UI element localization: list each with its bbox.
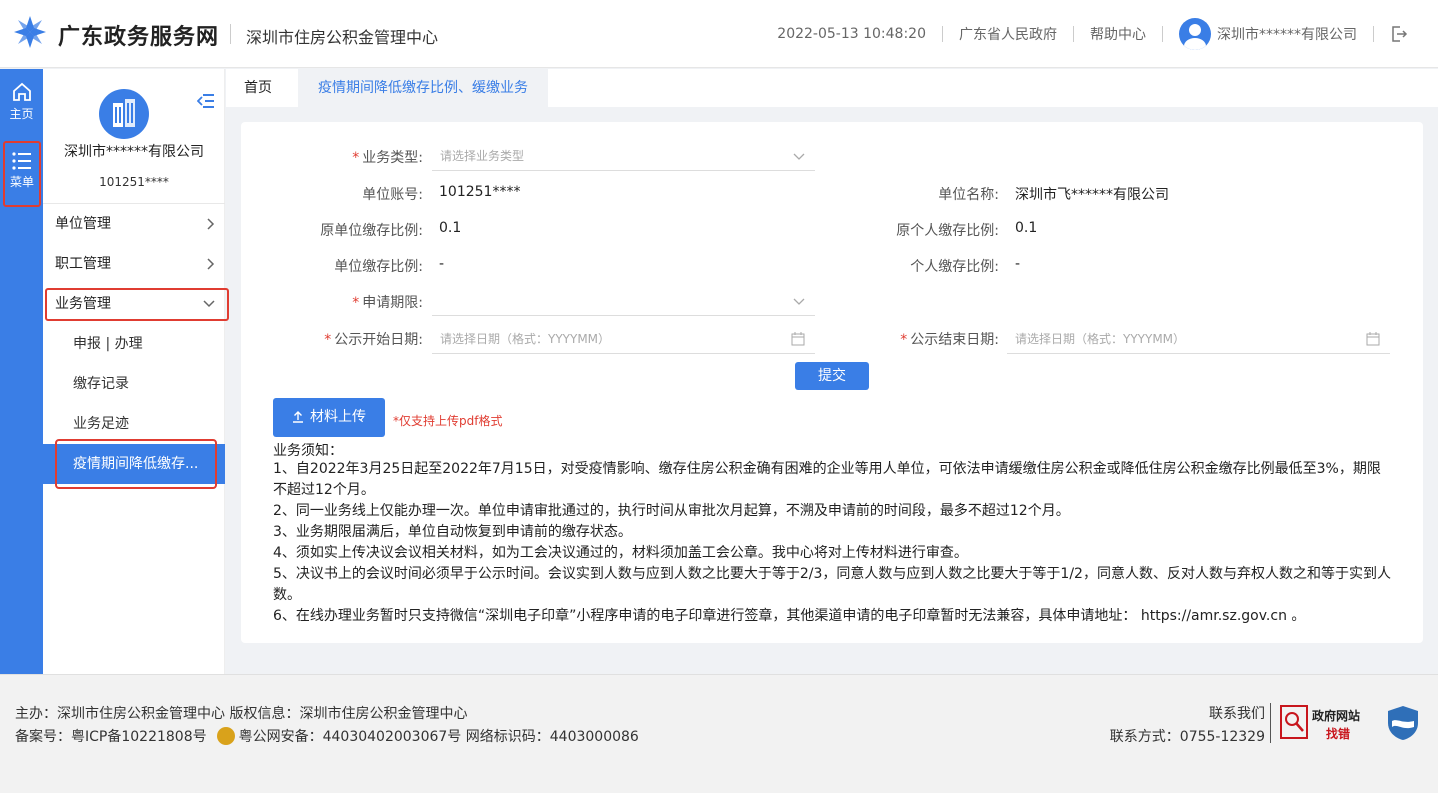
- top-header: 广东政务服务网 深圳市住房公积金管理中心 2022-05-13 10:48:20…: [0, 0, 1438, 68]
- police-badge-icon: [216, 727, 235, 745]
- sidebar-subitem-declare[interactable]: 申报 | 办理: [43, 324, 225, 364]
- contact-phone: 联系方式：0755-12329: [1109, 729, 1265, 745]
- highlight-box: [55, 439, 217, 489]
- help-link[interactable]: 帮助中心: [1090, 24, 1146, 44]
- footer: 主办：深圳市住房公积金管理中心 版权信息：深圳市住房公积金管理中心 备案号：粤I…: [0, 674, 1438, 793]
- unit-ratio-value: -: [439, 256, 445, 272]
- gov-link[interactable]: 广东省人民政府: [959, 24, 1057, 44]
- start-date-label: * 公示开始日期:: [324, 332, 423, 348]
- left-rail: 主页 菜单: [0, 69, 43, 674]
- chevron-right-icon: [207, 218, 215, 230]
- end-date-input[interactable]: 请选择日期（格式：YYYYMM）: [1007, 324, 1390, 354]
- orig-unit-ratio-value: 0.1: [439, 220, 462, 236]
- chevron-down-icon: [793, 298, 805, 305]
- icp-record[interactable]: 备案号：粤ICP备10221808号: [15, 726, 207, 746]
- notice-item: 3、业务期限届满后，单位自动恢复到申请前的缴存状态。: [273, 524, 632, 540]
- sidebar-item-unit-management[interactable]: 单位管理: [43, 204, 225, 244]
- header-divider: [230, 24, 231, 44]
- personal-ratio-value: -: [1015, 256, 1021, 272]
- notice-item: 5、决议书上的会议时间必须早于公示时间。会议实到人数与应到人数之比要大于等于2/…: [273, 566, 1391, 603]
- unit-account-label: 单位账号:: [362, 187, 423, 203]
- submit-button[interactable]: 提交: [795, 362, 869, 390]
- unit-ratio-label: 单位缴存比例:: [334, 259, 423, 275]
- logout-icon[interactable]: [1390, 25, 1408, 43]
- start-date-input[interactable]: 请选择日期（格式：YYYYMM）: [432, 324, 815, 354]
- tab-bar: 首页 疫情期间降低缴存比例、缓缴业务: [226, 69, 1438, 107]
- form-card: * 业务类型: 请选择业务类型 单位账号: 101251**** 单位名称: 深圳…: [241, 122, 1423, 643]
- collapse-sidebar-icon[interactable]: [197, 93, 215, 109]
- menu-list-icon: [12, 152, 31, 170]
- separator: [1373, 26, 1374, 42]
- upload-material-button[interactable]: 材料上传: [273, 398, 385, 437]
- site-logo-icon[interactable]: [12, 14, 48, 50]
- sidebar-item-label: 职工管理: [55, 256, 111, 272]
- footer-record: 备案号：粤ICP备10221808号 粤公网安备：44030402003067号…: [15, 726, 639, 746]
- badge-text: 找错: [1326, 727, 1351, 741]
- sidebar-item-staff-management[interactable]: 职工管理: [43, 244, 225, 284]
- upload-icon: [293, 411, 303, 423]
- calendar-icon: [1366, 332, 1380, 346]
- notice-title: 业务须知：: [273, 443, 343, 459]
- upload-label: 材料上传: [310, 409, 366, 425]
- end-date-label: * 公示结束日期:: [900, 332, 999, 348]
- orig-personal-ratio-value: 0.1: [1015, 220, 1038, 236]
- datetime: 2022-05-13 10:48:20: [777, 26, 926, 42]
- unit-name-label: 单位名称:: [938, 187, 999, 203]
- rail-home-label: 主页: [9, 107, 34, 121]
- footer-divider: [1270, 703, 1271, 743]
- header-right: 2022-05-13 10:48:20 广东省人民政府 帮助中心 深圳市****…: [777, 0, 1408, 68]
- notice-item: 4、须如实上传决议会议相关材料，如为工会决议通过的，材料须加盖工会公章。我中心将…: [273, 545, 968, 561]
- business-type-label: * 业务类型:: [352, 150, 423, 166]
- chevron-down-icon: [793, 153, 805, 160]
- period-select[interactable]: [432, 286, 815, 316]
- business-type-select[interactable]: 请选择业务类型: [432, 141, 815, 171]
- company-name: 深圳市******有限公司: [64, 144, 204, 160]
- separator: [1162, 26, 1163, 42]
- unit-account-value: 101251****: [439, 184, 521, 200]
- contact-title: 联系我们: [1209, 706, 1265, 722]
- tab-home[interactable]: 首页: [244, 69, 272, 107]
- chevron-right-icon: [207, 258, 215, 270]
- notice-item: 6、在线办理业务暂时只支持微信“深圳电子印章”小程序申请的电子印章进行签章，其他…: [273, 608, 1306, 624]
- sidebar-item-label: 单位管理: [55, 216, 111, 232]
- upload-hint: *仅支持上传pdf格式: [393, 414, 503, 428]
- police-record[interactable]: 粤公网安备：44030402003067号 网络标识码：4403000086: [239, 726, 639, 746]
- orig-personal-ratio-label: 原个人缴存比例:: [896, 223, 999, 239]
- rail-menu-label: 菜单: [9, 175, 34, 189]
- footer-sponsor: 主办：深圳市住房公积金管理中心 版权信息：深圳市住房公积金管理中心: [15, 706, 468, 722]
- magnifier-icon: [1280, 705, 1308, 739]
- user-avatar-icon[interactable]: [1179, 18, 1211, 50]
- notice-item: 1、自2022年3月25日起至2022年7月15日，对受疫情影响、缴存住房公积金…: [273, 461, 1381, 498]
- home-icon: [12, 82, 31, 101]
- sidebar-subitem-records[interactable]: 缴存记录: [43, 364, 225, 404]
- rail-home-button[interactable]: 主页: [0, 81, 43, 122]
- site-title[interactable]: 广东政务服务网: [58, 19, 219, 51]
- security-shield-icon[interactable]: [1386, 705, 1420, 741]
- end-date-placeholder: 请选择日期（格式：YYYYMM）: [1015, 332, 1186, 346]
- tab-epidemic-business[interactable]: 疫情期间降低缴存比例、缓缴业务: [298, 69, 548, 107]
- separator: [942, 26, 943, 42]
- personal-ratio-label: 个人缴存比例:: [910, 259, 999, 275]
- user-name[interactable]: 深圳市******有限公司: [1217, 24, 1357, 44]
- badge-text: 政府网站: [1312, 709, 1361, 723]
- rail-menu-button[interactable]: 菜单: [3, 141, 41, 207]
- company-id: 101251****: [99, 175, 169, 189]
- highlight-box: [45, 288, 229, 321]
- center-name: 深圳市住房公积金管理中心: [246, 28, 439, 47]
- start-date-placeholder: 请选择日期（格式：YYYYMM）: [440, 332, 611, 346]
- business-type-placeholder: 请选择业务类型: [440, 149, 525, 163]
- gov-website-error-badge[interactable]: 政府网站 找错: [1280, 703, 1370, 743]
- orig-unit-ratio-label: 原单位缴存比例:: [320, 223, 423, 239]
- notice-item: 2、同一业务线上仅能办理一次。单位申请审批通过的，执行时间从审批次月起算，不溯及…: [273, 503, 1070, 519]
- sidebar: 深圳市******有限公司 101251**** 单位管理 职工管理 业务管理 …: [43, 69, 229, 674]
- company-logo-icon: [99, 89, 149, 139]
- period-label: * 申请期限:: [352, 295, 423, 311]
- calendar-icon: [791, 332, 805, 346]
- separator: [1073, 26, 1074, 42]
- unit-name-value: 深圳市飞******有限公司: [1015, 187, 1169, 203]
- sidebar-subitem-footprint[interactable]: 业务足迹: [43, 404, 225, 444]
